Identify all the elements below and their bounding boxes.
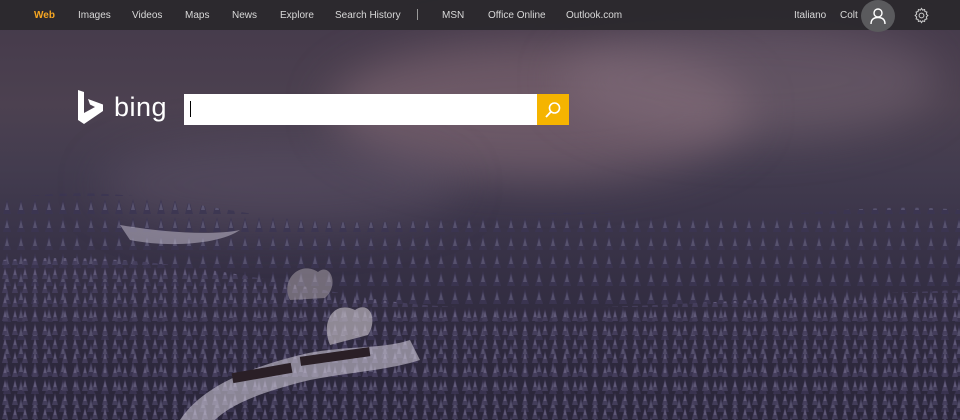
nav-link-office-online[interactable]: Office Online	[488, 10, 546, 21]
bing-b-icon	[78, 90, 103, 124]
gear-icon[interactable]	[913, 7, 930, 24]
nav-link-msn[interactable]: MSN	[442, 10, 464, 21]
bing-logo[interactable]: bing	[76, 89, 167, 126]
language-link[interactable]: Italiano	[794, 10, 826, 21]
nav-tab-search-history[interactable]: Search History	[335, 10, 401, 21]
nav-tab-explore[interactable]: Explore	[280, 10, 314, 21]
logo-text: bing	[114, 92, 168, 122]
search-button[interactable]	[537, 94, 569, 125]
nav-tab-videos[interactable]: Videos	[132, 10, 162, 21]
top-bar: Web Images Videos Maps News Explore Sear…	[0, 0, 960, 32]
search-input[interactable]	[184, 94, 537, 125]
text-caret	[190, 101, 191, 117]
nav-tab-web[interactable]: Web	[34, 10, 55, 21]
nav-tab-news[interactable]: News	[232, 10, 257, 21]
avatar[interactable]	[861, 0, 895, 32]
nav-link-outlook[interactable]: Outlook.com	[566, 10, 622, 21]
search-icon	[545, 101, 561, 118]
user-icon	[870, 8, 886, 25]
user-name[interactable]: Colt	[840, 10, 858, 21]
background-image	[0, 0, 960, 420]
nav-tab-maps[interactable]: Maps	[185, 10, 209, 21]
nav-tab-images[interactable]: Images	[78, 10, 111, 21]
nav-separator	[417, 9, 418, 20]
